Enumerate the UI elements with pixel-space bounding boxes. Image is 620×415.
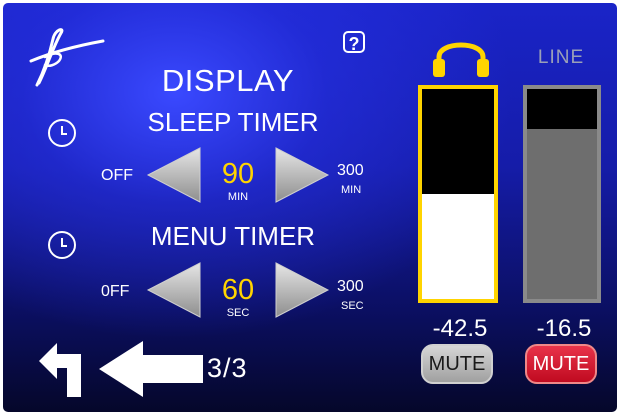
clock-icon [48, 231, 76, 259]
sleep-timer-max-label: 300 [337, 162, 364, 179]
menu-timer-increase-button[interactable] [274, 261, 330, 319]
return-button[interactable] [33, 341, 93, 399]
line-level-fill [527, 128, 597, 299]
headphone-level-meter[interactable] [418, 85, 498, 303]
clock-icon [48, 119, 76, 147]
menu-timer-min-label: 0FF [101, 283, 130, 300]
menu-timer-max-unit: SEC [341, 300, 364, 312]
sleep-timer-decrease-button[interactable] [146, 146, 202, 204]
line-level-readout: -16.5 [536, 315, 592, 342]
page-title: DISPLAY [161, 63, 295, 98]
menu-timer-max-label: 300 [337, 278, 364, 295]
previous-page-button[interactable] [99, 341, 203, 397]
help-icon: ? [348, 34, 360, 54]
right-triangle-icon [275, 262, 330, 318]
left-arrow-icon [99, 341, 203, 397]
sleep-timer-increase-button[interactable] [274, 146, 330, 204]
line-label: LINE [537, 47, 585, 68]
menu-timer-decrease-button[interactable] [146, 261, 202, 319]
headphone-mute-button[interactable]: MUTE [421, 344, 493, 384]
menu-timer-label: MENU TIMER [150, 221, 316, 251]
menu-timer-value: 60 [221, 274, 255, 306]
line-mute-button[interactable]: MUTE [525, 344, 597, 384]
help-button[interactable]: ? [343, 31, 365, 54]
left-triangle-icon [146, 262, 201, 318]
right-triangle-icon [275, 147, 330, 203]
headphone-level-readout: -42.5 [432, 315, 488, 342]
signature-logo [29, 28, 105, 87]
return-arrow-icon [39, 343, 81, 397]
sleep-timer-value: 90 [221, 158, 255, 190]
sleep-timer-max-unit: MIN [341, 184, 362, 196]
page-indicator: 3/3 [207, 353, 248, 383]
sleep-timer-label: SLEEP TIMER [147, 107, 319, 137]
line-level-meter[interactable] [523, 85, 601, 303]
headphone-level-fill [422, 194, 494, 299]
sleep-timer-unit: MIN [227, 191, 249, 203]
device-screen: ? DISPLAY SLEEP TIMER OFF 90 MIN 300 MIN… [3, 3, 617, 412]
left-triangle-icon [146, 147, 201, 203]
sleep-timer-min-label: OFF [101, 167, 133, 184]
menu-timer-unit: SEC [226, 307, 250, 319]
headphones-icon [433, 42, 489, 77]
